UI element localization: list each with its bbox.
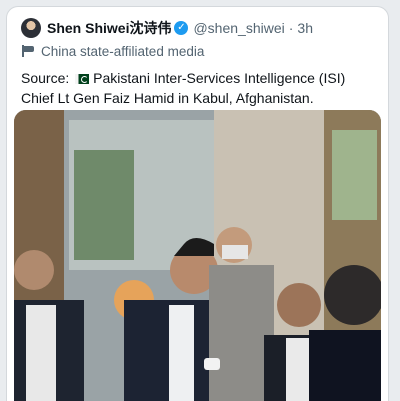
- tweet-photo[interactable]: [14, 110, 381, 401]
- affiliation-text: China state-affiliated media: [41, 43, 205, 59]
- tweet-card[interactable]: Shen Shiwei沈诗伟 ✓ @shen_shiwei · 3h China…: [6, 6, 389, 401]
- affiliation-label[interactable]: China state-affiliated media: [21, 42, 204, 60]
- separator-dot: ·: [288, 20, 294, 36]
- tweet-text: Source: Pakistani Inter-Services Intelli…: [21, 68, 381, 108]
- avatar[interactable]: [21, 18, 41, 38]
- tweet-text-prefix: Source:: [21, 70, 74, 86]
- author-name[interactable]: Shen Shiwei沈诗伟: [47, 18, 171, 38]
- photo-illustration: [14, 110, 381, 401]
- verified-badge-icon: ✓: [174, 21, 189, 35]
- pakistan-flag-emoji: [75, 74, 90, 84]
- tweet-header: Shen Shiwei沈诗伟 ✓ @shen_shiwei · 3h: [21, 17, 378, 39]
- author-handle[interactable]: @shen_shiwei: [193, 20, 284, 36]
- flag-icon: [21, 45, 35, 57]
- tweet-timestamp[interactable]: 3h: [297, 20, 313, 36]
